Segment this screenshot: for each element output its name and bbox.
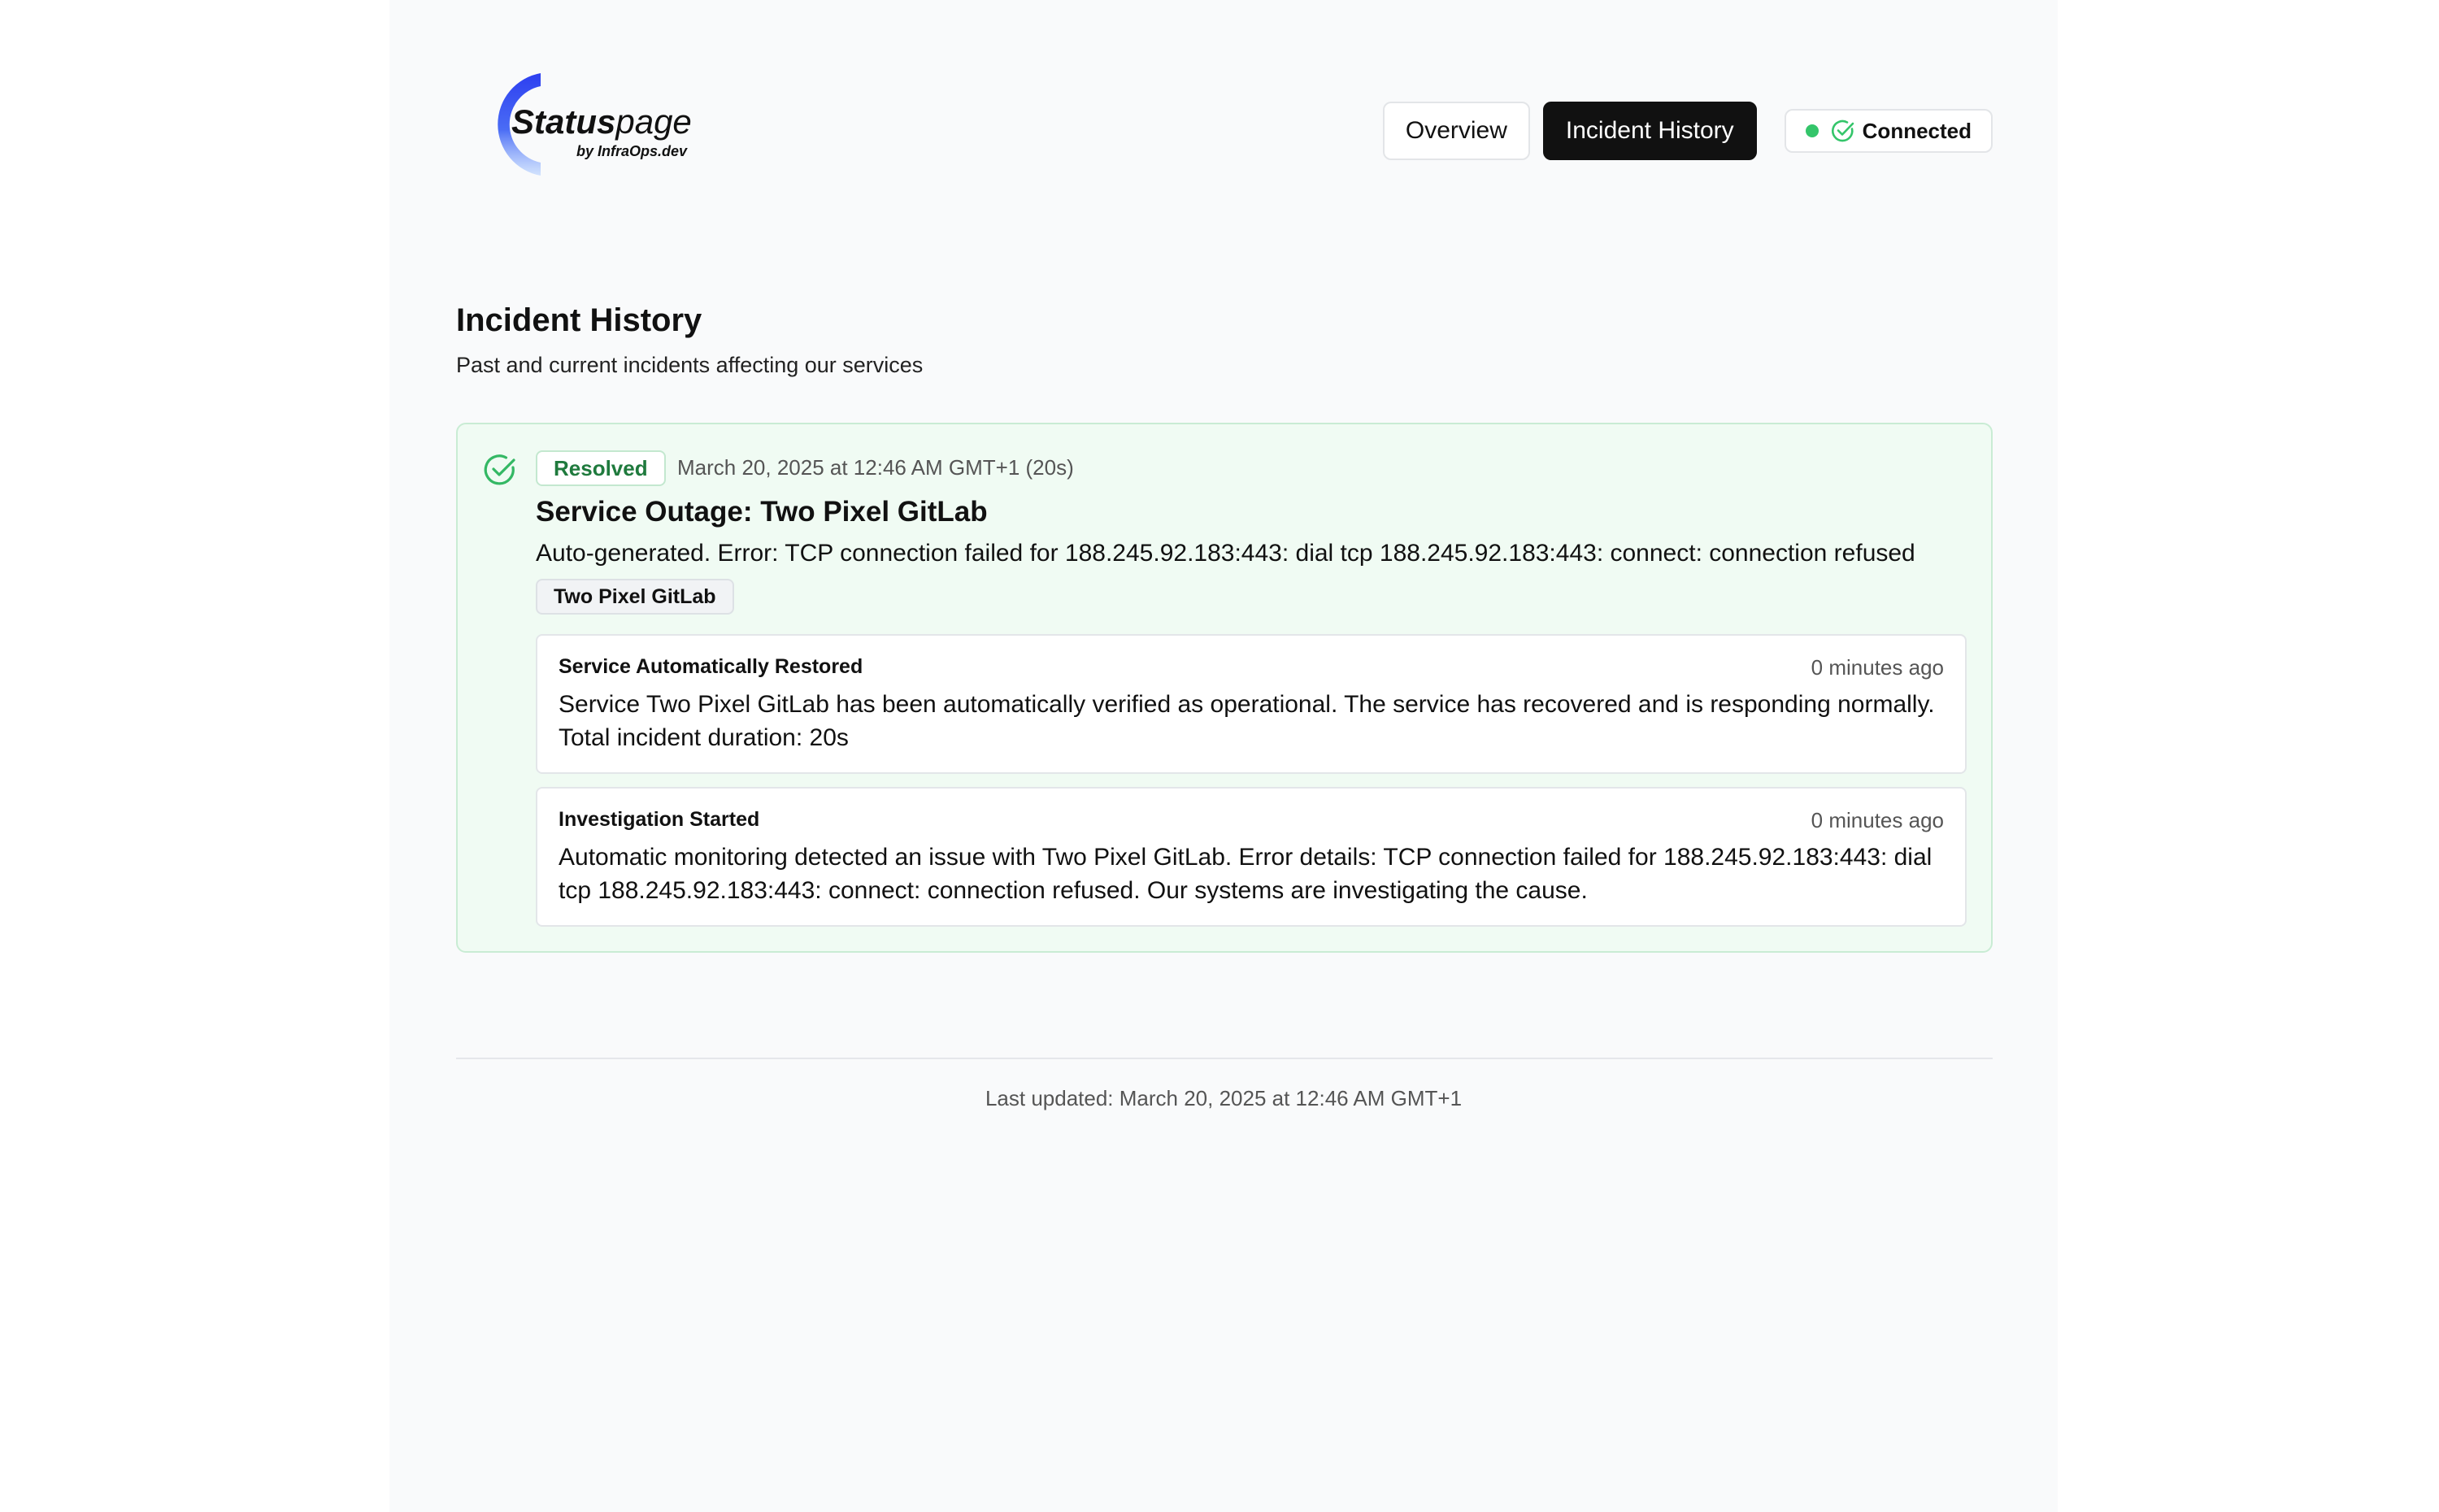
update-time: 0 minutes ago — [1811, 808, 1944, 832]
logo[interactable]: Statuspage by InfraOps.dev — [472, 70, 716, 180]
logo-name-strong: Status — [511, 102, 616, 141]
page-title: Incident History — [456, 302, 702, 338]
page-subtitle: Past and current incidents affecting our… — [456, 353, 924, 377]
update-title: Service Automatically Restored — [559, 655, 863, 678]
status-badge: Resolved — [536, 450, 666, 486]
logo-wordmark: Statuspage — [511, 102, 692, 141]
logo-byline: by InfraOps.dev — [576, 143, 688, 159]
update-title: Investigation Started — [559, 808, 760, 831]
affected-service-tag: Two Pixel GitLab — [536, 579, 734, 615]
incident-description: Auto-generated. Error: TCP connection fa… — [536, 540, 1915, 567]
incident-update: Investigation Started 0 minutes ago Auto… — [536, 787, 1967, 927]
header: Statuspage by InfraOps.dev Overview Inci… — [389, 0, 2058, 260]
incident-date: March 20, 2025 at 12:46 AM GMT+1 (20s) — [677, 455, 1074, 480]
check-circle-icon — [1831, 119, 1854, 142]
page-container: Statuspage by InfraOps.dev Overview Inci… — [389, 0, 2058, 1512]
logo-name-light: page — [615, 102, 692, 141]
nav-overview-button[interactable]: Overview — [1382, 102, 1530, 160]
connection-label: Connected — [1862, 118, 1972, 143]
incident-update: Service Automatically Restored 0 minutes… — [536, 634, 1967, 774]
connection-dot-icon — [1805, 124, 1819, 137]
top-nav: Overview Incident History Connected — [1382, 101, 1993, 161]
connection-status-badge: Connected — [1784, 109, 1993, 153]
nav-incident-history-button[interactable]: Incident History — [1542, 102, 1757, 160]
footer-divider — [456, 1058, 1993, 1059]
check-circle-icon — [484, 454, 515, 485]
incident-card[interactable]: Resolved March 20, 2025 at 12:46 AM GMT+… — [456, 423, 1993, 953]
update-body: Service Two Pixel GitLab has been automa… — [559, 691, 1935, 751]
footer-last-updated: Last updated: March 20, 2025 at 12:46 AM… — [985, 1086, 1463, 1110]
incident-title: Service Outage: Two Pixel GitLab — [536, 496, 988, 528]
update-time: 0 minutes ago — [1811, 655, 1944, 680]
update-body: Automatic monitoring detected an issue w… — [559, 844, 1933, 904]
